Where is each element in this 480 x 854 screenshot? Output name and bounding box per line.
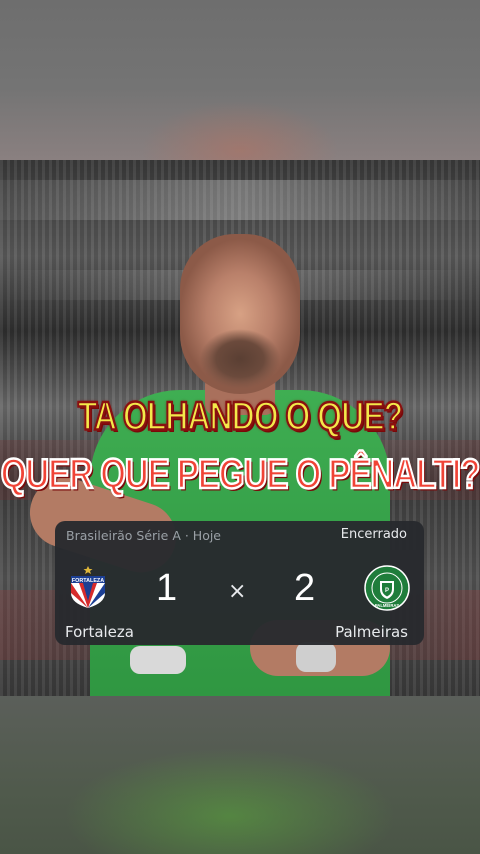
goalkeeper-glove-right xyxy=(296,642,336,672)
away-team-name: Palmeiras xyxy=(335,623,408,641)
score-separator: × xyxy=(228,579,247,604)
blurred-background-top xyxy=(0,0,480,160)
league-label: Brasileirão Série A · Hoje xyxy=(66,528,221,543)
caption-line-1: TA OLHANDO O QUE? xyxy=(77,392,404,440)
photo-stand-band xyxy=(0,180,480,220)
palmeiras-crest-icon: P PALMEIRAS xyxy=(364,565,410,611)
player-head xyxy=(180,234,300,394)
palmeiras-crest-text: PALMEIRAS xyxy=(375,603,400,608)
match-status: Encerrado xyxy=(340,527,407,542)
fortaleza-crest-text: FORTALEZA xyxy=(72,578,104,584)
goalkeeper-glove-left xyxy=(130,646,186,674)
fortaleza-crest-icon: FORTALEZA xyxy=(71,566,105,608)
svg-text:P: P xyxy=(385,588,389,594)
home-score: 1 xyxy=(156,567,178,609)
match-score-card[interactable]: Brasileirão Série A · Hoje Encerrado FOR… xyxy=(55,521,424,645)
caption-line-2: QUER QUE PEGUE O PÊNALTI? xyxy=(0,449,480,498)
home-team-name: Fortaleza xyxy=(65,623,134,641)
blurred-background-bottom xyxy=(0,696,480,854)
away-score: 2 xyxy=(294,567,316,609)
